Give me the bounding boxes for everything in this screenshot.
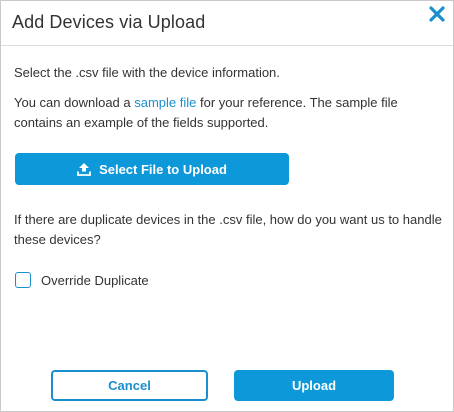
override-duplicate-checkbox[interactable] [15, 272, 31, 288]
sample-file-link[interactable]: sample file [134, 95, 196, 110]
download-prefix: You can download a [14, 95, 135, 110]
duplicates-question: If there are duplicate devices in the .c… [14, 212, 442, 247]
add-devices-dialog: Add Devices via Upload Select the .csv f… [0, 0, 454, 412]
upload-icon [77, 162, 91, 176]
download-sample-text: You can download a sample file for your … [14, 93, 434, 133]
instruction-text: Select the .csv file with the device inf… [14, 65, 280, 80]
select-file-label: Select File to Upload [99, 161, 227, 177]
select-file-button[interactable]: Select File to Upload [15, 153, 289, 185]
override-duplicate-option[interactable]: Override Duplicate [15, 272, 149, 288]
dialog-header: Add Devices via Upload [1, 1, 453, 46]
upload-button[interactable]: Upload [234, 370, 394, 401]
close-icon[interactable] [428, 5, 446, 23]
dialog-title: Add Devices via Upload [12, 12, 206, 32]
cancel-button[interactable]: Cancel [51, 370, 208, 401]
override-duplicate-label: Override Duplicate [41, 272, 149, 288]
